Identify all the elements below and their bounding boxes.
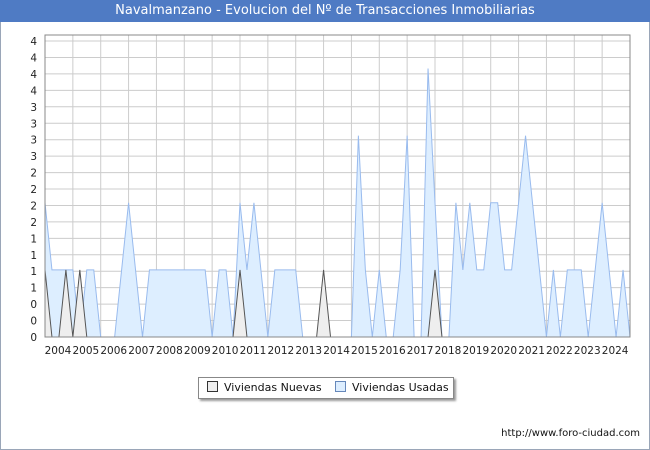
x-tick-label: 2009	[184, 345, 211, 357]
x-tick-label: 2023	[574, 345, 601, 357]
y-tick-label: 2	[30, 184, 37, 196]
y-tick-label: 1	[30, 250, 37, 262]
footer-url: http://www.foro-ciudad.com	[501, 428, 640, 439]
x-tick-label: 2008	[156, 345, 183, 357]
x-tick-label: 2013	[295, 345, 322, 357]
y-tick-label: 0	[30, 316, 37, 328]
x-axis-ticks: 2004 2005 2006 2007 2008 2009 2010 2011 2012 2013…	[45, 345, 629, 357]
y-tick-label: 0	[30, 332, 37, 344]
legend-item-usadas: Viviendas Usadas	[335, 381, 449, 395]
y-tick-label: 4	[30, 52, 37, 64]
x-tick-label: 2022	[546, 345, 573, 357]
y-tick-label: 4	[30, 36, 37, 48]
y-tick-label: 4	[30, 69, 37, 81]
legend-label-nuevas: Viviendas Nuevas	[224, 381, 322, 394]
y-tick-label: 0	[30, 299, 37, 311]
x-tick-label: 2006	[100, 345, 127, 357]
legend-label-usadas: Viviendas Usadas	[352, 381, 449, 394]
x-tick-label: 2016	[379, 345, 406, 357]
x-tick-label: 2011	[240, 345, 267, 357]
x-tick-label: 2018	[435, 345, 462, 357]
y-tick-label: 2	[30, 200, 37, 212]
x-tick-label: 2010	[212, 345, 239, 357]
y-tick-label: 3	[30, 151, 37, 163]
y-tick-label: 2	[30, 168, 37, 180]
y-tick-label: 1	[30, 233, 37, 245]
x-tick-label: 2021	[518, 345, 545, 357]
legend-item-nuevas: Viviendas Nuevas	[207, 381, 322, 395]
y-tick-label: 3	[30, 118, 37, 130]
x-tick-label: 2024	[602, 345, 629, 357]
x-tick-label: 2020	[490, 345, 517, 357]
x-tick-label: 2004	[45, 345, 72, 357]
area-viviendas-usadas	[44, 68, 631, 338]
x-tick-label: 2015	[351, 345, 378, 357]
series-viviendas-usadas	[44, 68, 631, 338]
y-tick-label: 1	[30, 283, 37, 295]
y-tick-label: 2	[30, 217, 37, 229]
x-tick-label: 2019	[462, 345, 489, 357]
x-tick-label: 2005	[72, 345, 99, 357]
legend-swatch-nuevas	[207, 381, 218, 392]
y-tick-label: 1	[30, 266, 37, 278]
y-tick-label: 3	[30, 102, 37, 114]
y-tick-label: 3	[30, 135, 37, 147]
x-tick-label: 2007	[128, 345, 155, 357]
x-tick-label: 2012	[267, 345, 294, 357]
x-tick-label: 2014	[323, 345, 350, 357]
y-axis-ticks: 0 0 0 1 1 1 1 2 2 2 2 3 3 3 3 4 4 4 4	[30, 36, 37, 344]
legend: Viviendas Nuevas Viviendas Usadas	[198, 377, 454, 399]
y-tick-label: 4	[30, 85, 37, 97]
legend-swatch-usadas	[335, 381, 346, 392]
x-tick-label: 2017	[407, 345, 434, 357]
